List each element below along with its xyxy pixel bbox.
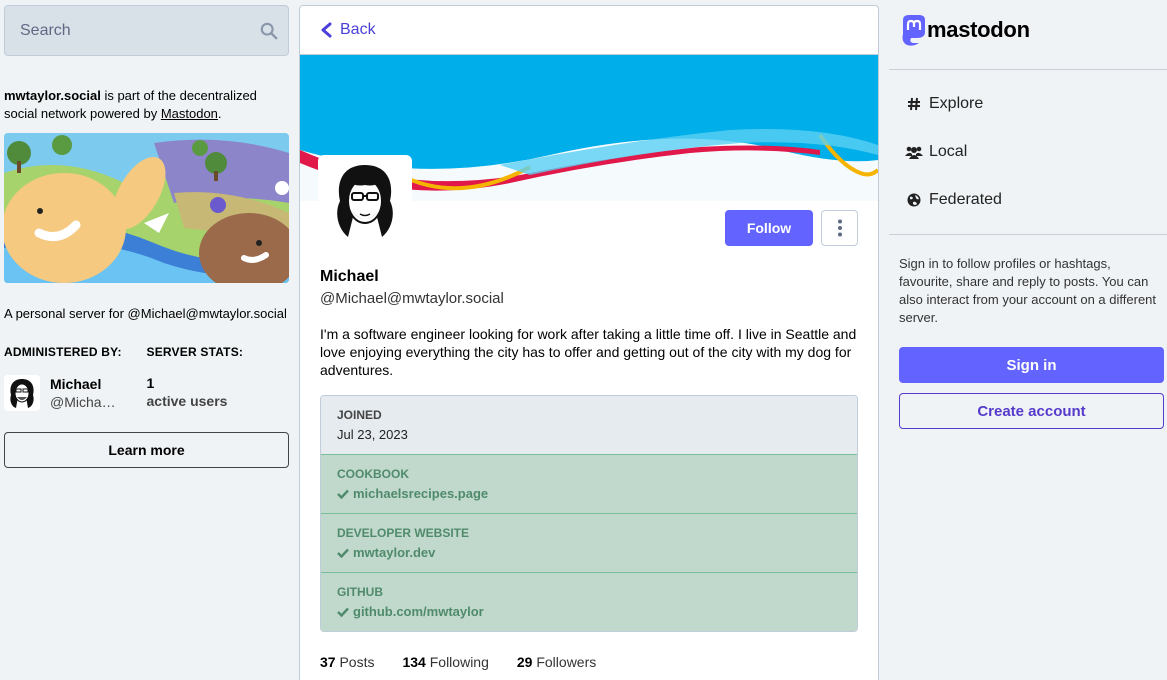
profile-field-developer-website: DEVELOPER WEBSITE mwtaylor.dev [321, 513, 857, 572]
field-label: COOKBOOK [337, 467, 409, 481]
posts-count-link[interactable]: 37 Posts [320, 654, 374, 670]
mastodon-logo-icon [902, 15, 925, 46]
ellipsis-vertical-icon [837, 219, 842, 237]
signin-prompt: Sign in to follow profiles or hashtags, … [899, 256, 1157, 325]
hero-illustration [4, 133, 289, 283]
nav-label: Local [929, 143, 968, 160]
avatar [4, 375, 40, 411]
search-placeholder: Search [20, 21, 71, 39]
field-link[interactable]: github.com/mwtaylor [337, 602, 841, 622]
more-options-button[interactable] [821, 210, 858, 246]
chevron-left-icon [321, 22, 332, 38]
profile-bio: I'm a software engineer looking for work… [320, 326, 857, 378]
profile-info: Michael @Michael@mwtaylor.social I'm a s… [320, 267, 858, 670]
field-value: github.com/mwtaylor [353, 604, 484, 619]
joined-field: JOINED Jul 23, 2023 [321, 396, 857, 454]
divider [889, 234, 1167, 235]
account-handle: @Michael@mwtaylor.social [320, 290, 504, 307]
administered-by-heading: ADMINISTERED BY: [4, 345, 122, 359]
nav-explore[interactable]: Explore [905, 80, 1002, 128]
nav-local[interactable]: Local [905, 128, 1002, 176]
sign-in-button[interactable]: Sign in [899, 347, 1164, 383]
posts-label: Posts [339, 654, 375, 670]
field-value: mwtaylor.dev [353, 545, 436, 560]
followers-count: 29 [516, 654, 533, 670]
following-count: 134 [402, 654, 426, 670]
create-account-button[interactable]: Create account [899, 393, 1164, 429]
admin-name: Michael [50, 376, 102, 392]
active-users-label: active users [146, 393, 228, 409]
check-icon [337, 489, 349, 499]
check-icon [337, 548, 349, 558]
profile-actions: Follow [725, 210, 858, 246]
server-stats-section: SERVER STATS: 1 active users [147, 345, 290, 411]
field-link[interactable]: michaelsrecipes.page [337, 484, 841, 504]
nav-label: Federated [929, 191, 1002, 208]
server-about-text: mwtaylor.social is part of the decentral… [4, 87, 289, 123]
users-icon [905, 145, 923, 159]
hashtag-icon [905, 97, 923, 111]
right-sidebar: mastodon Explore Local Federated Sign in… [889, 0, 1167, 680]
nav-label: Explore [929, 95, 984, 112]
profile-field-cookbook: COOKBOOK michaelsrecipes.page [321, 454, 857, 513]
server-description: A personal server for @Michael@mwtaylor.… [4, 306, 287, 321]
posts-count: 37 [320, 654, 336, 670]
following-label: Following [429, 654, 489, 670]
field-label: GITHUB [337, 585, 383, 599]
mastodon-link[interactable]: Mastodon [161, 106, 218, 121]
field-label: DEVELOPER WEBSITE [337, 526, 470, 540]
left-column: Search mwtaylor.social is part of the de… [4, 5, 289, 468]
followers-label: Followers [536, 654, 597, 670]
following-count-link[interactable]: 134 Following [402, 654, 488, 670]
learn-more-button[interactable]: Learn more [4, 432, 289, 468]
divider [889, 69, 1167, 70]
navigation: Explore Local Federated [905, 80, 1002, 224]
back-button[interactable]: Back [300, 6, 878, 55]
admin-handle: @Michael@mwtaylor.social [50, 394, 120, 410]
server-about-end: . [217, 106, 222, 121]
server-hero-image [4, 133, 289, 283]
active-users-count: 1 [146, 375, 155, 391]
search-input[interactable]: Search [4, 5, 289, 56]
profile-column: Back Follow Michael @Michael@mwtaylor.so… [299, 5, 879, 680]
admin-account[interactable]: Michael @Michael@mwtaylor.social [4, 375, 147, 411]
logo-text: mastodon [927, 17, 1030, 42]
server-stats-heading: SERVER STATS: [146, 345, 244, 359]
joined-label: JOINED [337, 408, 382, 422]
mastodon-logo[interactable]: mastodon [899, 14, 1030, 46]
check-icon [337, 607, 349, 617]
profile-avatar[interactable] [318, 155, 412, 249]
nav-federated[interactable]: Federated [905, 176, 1002, 224]
administered-by-section: ADMINISTERED BY: Michael @Michael@mwtayl… [4, 345, 147, 411]
followers-count-link[interactable]: 29 Followers [517, 654, 596, 670]
display-name: Michael [320, 268, 379, 285]
server-domain: mwtaylor.social [4, 88, 101, 103]
profile-counts: 37 Posts 134 Following 29 Followers [320, 654, 858, 670]
field-link[interactable]: mwtaylor.dev [337, 543, 841, 563]
profile-fields: JOINED Jul 23, 2023 COOKBOOK michaelsrec… [320, 395, 858, 632]
search-icon[interactable] [260, 22, 278, 40]
joined-date: Jul 23, 2023 [337, 427, 408, 442]
field-value: michaelsrecipes.page [353, 486, 489, 501]
follow-button[interactable]: Follow [725, 210, 813, 246]
globe-icon [905, 193, 923, 207]
profile-field-github: GITHUB github.com/mwtaylor [321, 572, 857, 631]
back-label: Back [340, 21, 376, 38]
server-stats-row: ADMINISTERED BY: Michael @Michael@mwtayl… [4, 345, 289, 411]
